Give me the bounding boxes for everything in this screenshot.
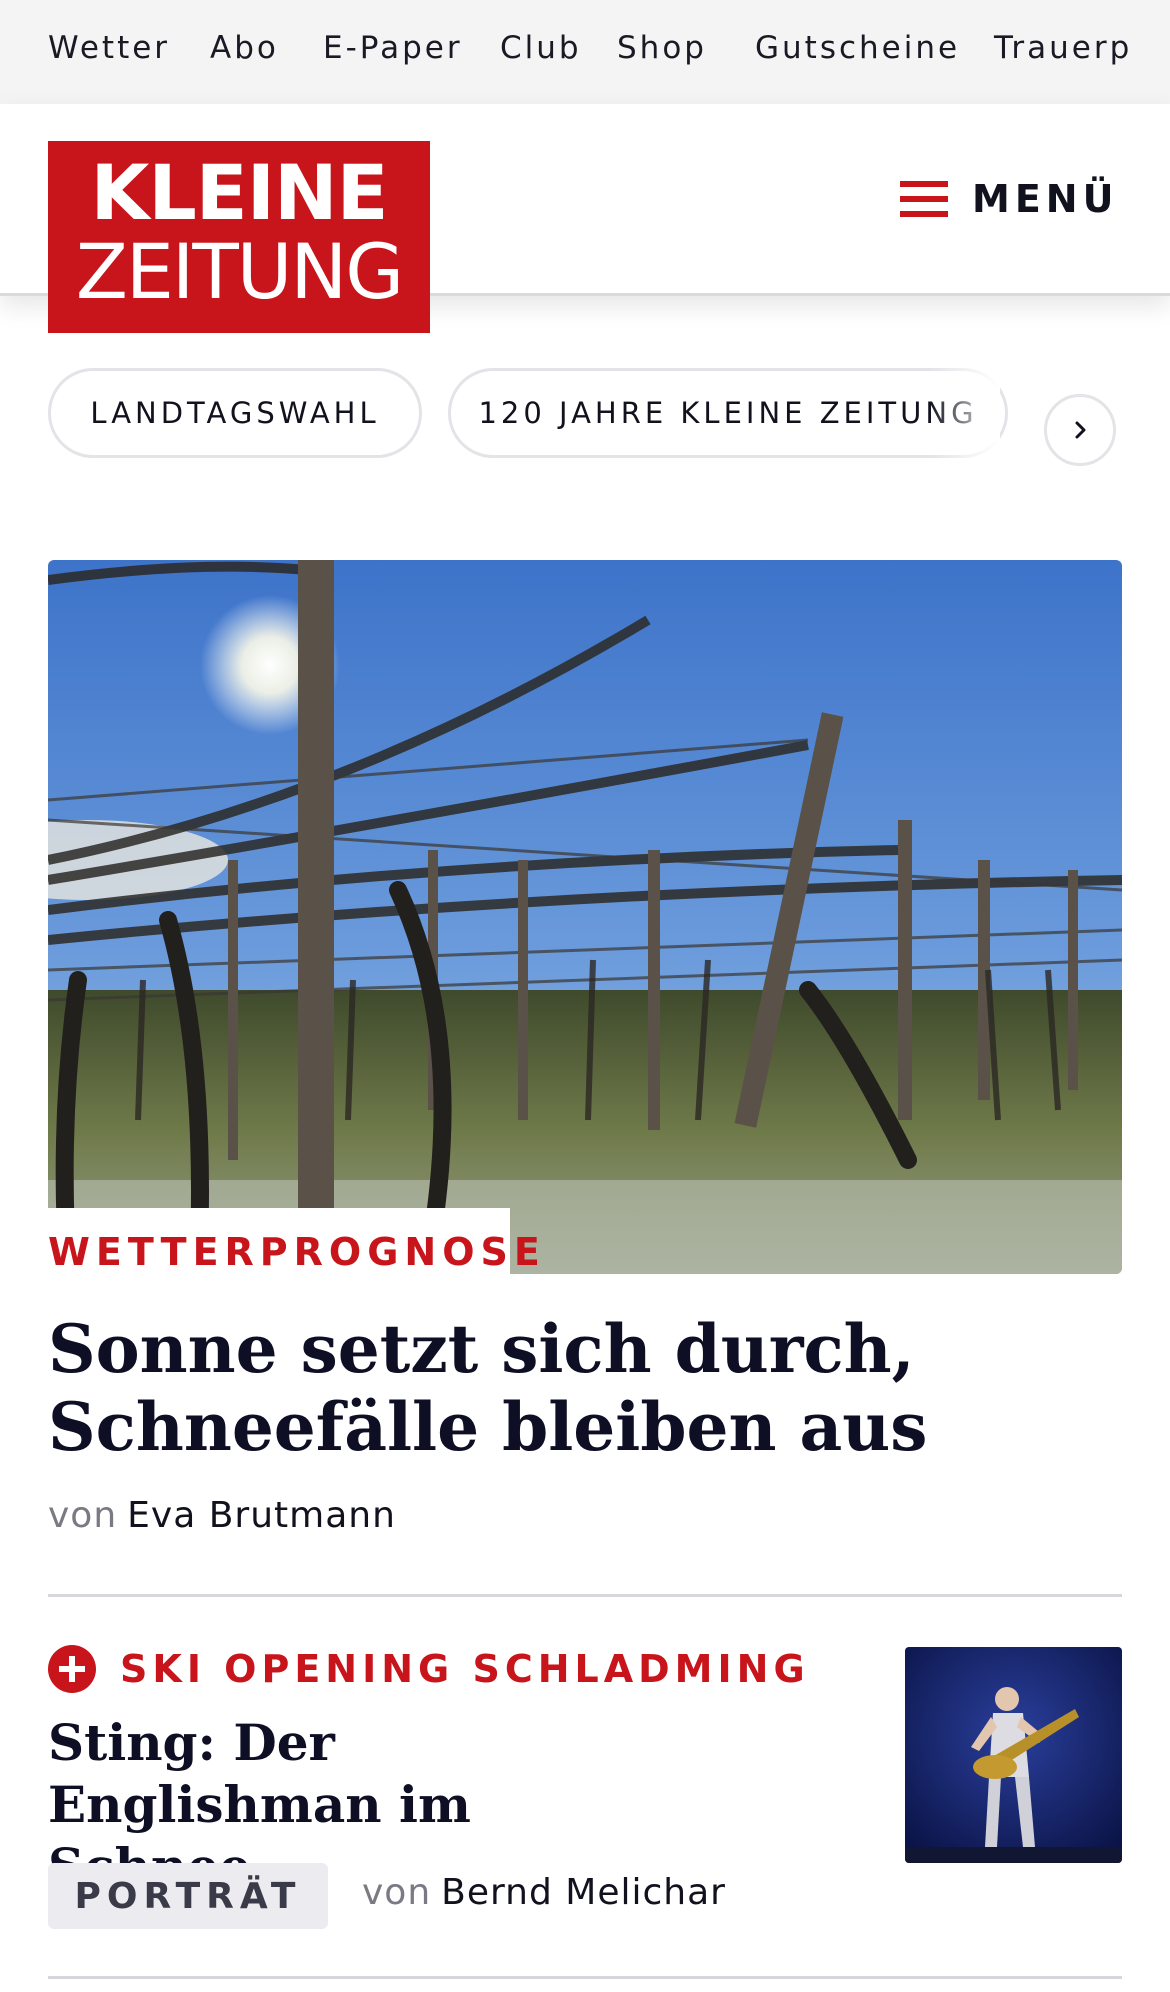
site-logo[interactable]: KLEINE ZEITUNG xyxy=(48,141,430,333)
nav-link-epaper[interactable]: E-Paper xyxy=(323,30,463,66)
byline-author[interactable]: Bernd Melichar xyxy=(441,1872,726,1913)
menu-label: MENÜ xyxy=(972,177,1119,221)
menu-button[interactable]: MENÜ xyxy=(900,170,1118,228)
nav-link-club[interactable]: Club xyxy=(500,30,582,66)
hamburger-icon xyxy=(900,181,948,217)
nav-link-gutscheine[interactable]: Gutscheine xyxy=(755,30,960,66)
chip-scroll-fade xyxy=(930,368,1000,468)
top-utility-nav: Wetter Abo E-Paper Club Shop Gutscheine … xyxy=(0,0,1170,104)
hero-headline[interactable]: Sonne setzt sich durch, Schneefälle blei… xyxy=(48,1310,1122,1466)
chevron-right-icon xyxy=(1075,421,1086,439)
nav-link-shop[interactable]: Shop xyxy=(617,30,707,66)
topic-chip-landtagswahl[interactable]: LANDTAGSWAHL xyxy=(48,368,422,458)
logo-text-line2: ZEITUNG xyxy=(75,227,404,316)
article-divider xyxy=(48,1976,1122,1979)
site-header: KLEINE ZEITUNG MENÜ xyxy=(0,104,1170,333)
teaser-kicker: SKI OPENING SCHLADMING xyxy=(120,1647,810,1691)
topic-chip-120-jahre[interactable]: 120 JAHRE KLEINE ZEITUNG xyxy=(448,368,1008,458)
byline-prefix: von xyxy=(48,1495,118,1536)
hero-article-image[interactable] xyxy=(48,560,1122,1274)
nav-link-abo[interactable]: Abo xyxy=(210,30,279,66)
teaser-thumbnail-image[interactable] xyxy=(905,1647,1122,1863)
logo-text-line1: KLEINE xyxy=(90,148,388,237)
nav-link-trauer[interactable]: Trauerp xyxy=(994,30,1132,66)
topic-chip-row: LANDTAGSWAHL 120 JAHRE KLEINE ZEITUNG xyxy=(0,368,1170,468)
chip-scroll-next-button[interactable] xyxy=(1044,394,1116,466)
teaser-byline: von Bernd Melichar xyxy=(362,1872,726,1913)
hero-byline: von Eva Brutmann xyxy=(48,1495,396,1536)
byline-author[interactable]: Eva Brutmann xyxy=(127,1495,396,1536)
nav-link-wetter[interactable]: Wetter xyxy=(48,30,170,66)
plus-icon xyxy=(48,1645,96,1693)
teaser-tag: PORTRÄT xyxy=(48,1863,328,1929)
hero-kicker: WETTERPROGNOSE xyxy=(48,1230,546,1274)
byline-prefix: von xyxy=(362,1872,432,1913)
article-divider xyxy=(48,1594,1122,1597)
